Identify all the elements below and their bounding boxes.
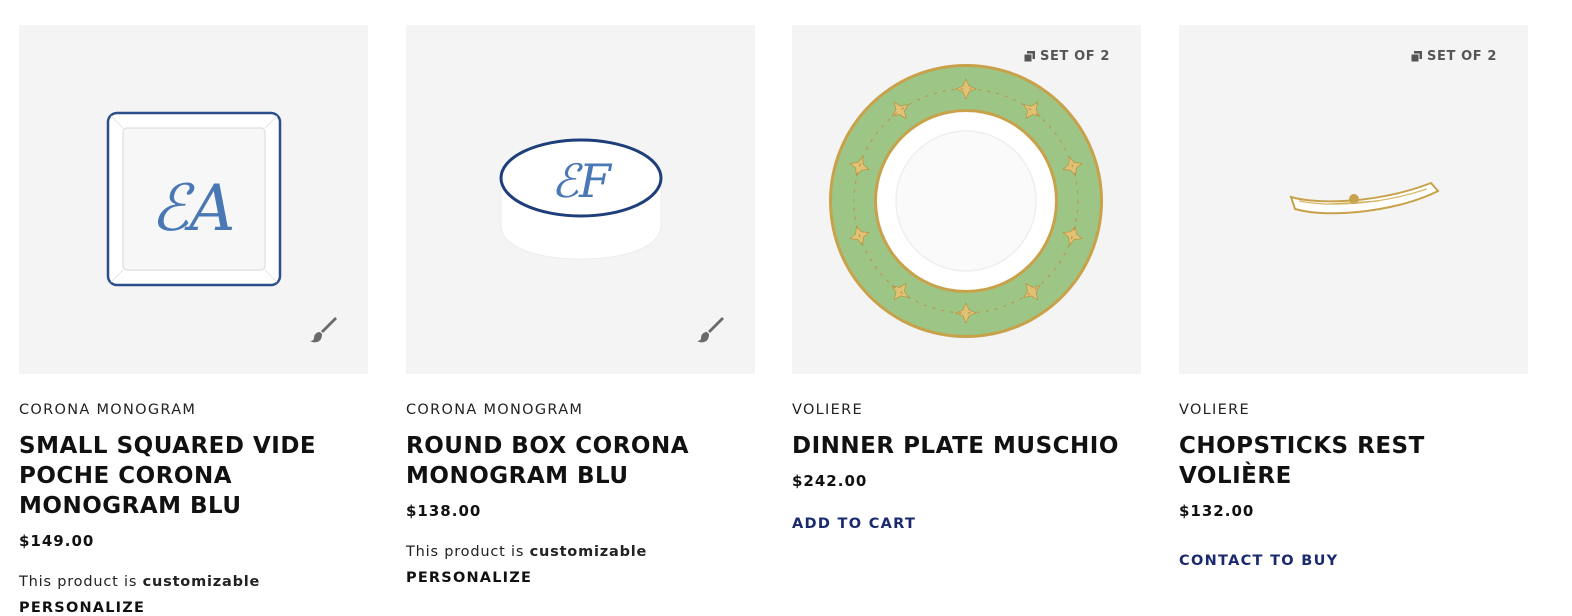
dinner-plate-image [829, 64, 1103, 338]
svg-text:ℰF: ℰF [551, 154, 613, 208]
personalize-link[interactable]: PERSONALIZE [19, 599, 368, 616]
note-strong: customizable [142, 574, 261, 590]
set-badge: SET OF 2 [1024, 49, 1110, 64]
product-price: $132.00 [1179, 502, 1255, 520]
product-title[interactable]: CHOPSTICKS REST VOLIÈRE [1179, 431, 1528, 491]
product-image[interactable]: ℰF [406, 25, 755, 374]
product-image[interactable]: SET OF 2 [1179, 25, 1528, 374]
product-image[interactable]: ℰA [19, 25, 368, 374]
note-prefix: This product is [19, 574, 143, 590]
product-grid: ℰA CORONA MONOGRAM SMALL SQUARED VIDE PO… [0, 0, 1572, 616]
svg-text:ℰA: ℰA [151, 172, 236, 246]
product-price: $242.00 [792, 472, 868, 490]
contact-to-buy-button[interactable]: CONTACT TO BUY [1179, 552, 1338, 570]
product-price: $149.00 [19, 532, 95, 550]
product-collection: CORONA MONOGRAM [406, 402, 584, 418]
personalize-link[interactable]: PERSONALIZE [406, 569, 755, 587]
product-title[interactable]: ROUND BOX CORONA MONOGRAM BLU [406, 431, 755, 491]
customizable-note: This product is customizable [19, 573, 368, 591]
product-image[interactable]: SET OF 2 [792, 25, 1141, 374]
paint-brush-icon [308, 314, 338, 344]
product-collection: VOLIERE [1179, 402, 1250, 418]
stack-icon [1411, 51, 1423, 62]
product-price: $138.00 [406, 502, 482, 520]
set-badge-label: SET OF 2 [1040, 49, 1110, 64]
product-collection: CORONA MONOGRAM [19, 402, 197, 418]
product-title[interactable]: DINNER PLATE MUSCHIO [792, 431, 1141, 461]
product-card: ℰF CORONA MONOGRAM ROUND BOX CORONA MONO… [406, 25, 755, 587]
customizable-note: This product is customizable [406, 543, 755, 561]
product-collection: VOLIERE [792, 402, 863, 418]
note-strong: customizable [529, 544, 648, 560]
stack-icon [1024, 51, 1036, 62]
product-card: SET OF 2 VOLIERE CHOPSTICKS REST VOLIÈRE… [1179, 25, 1528, 570]
add-to-cart-button[interactable]: ADD TO CART [792, 515, 916, 533]
paint-brush-icon [695, 314, 725, 344]
set-badge-label: SET OF 2 [1427, 49, 1497, 64]
product-card: SET OF 2 VOLIERE DINNER PLATE MUSCHIO $2… [792, 25, 1141, 533]
product-title[interactable]: SMALL SQUARED VIDE POCHE CORONA MONOGRAM… [19, 431, 368, 521]
note-prefix: This product is [406, 544, 530, 560]
set-badge: SET OF 2 [1411, 49, 1497, 64]
product-card: ℰA CORONA MONOGRAM SMALL SQUARED VIDE PO… [19, 25, 368, 616]
chopsticks-rest-image [1289, 181, 1440, 215]
